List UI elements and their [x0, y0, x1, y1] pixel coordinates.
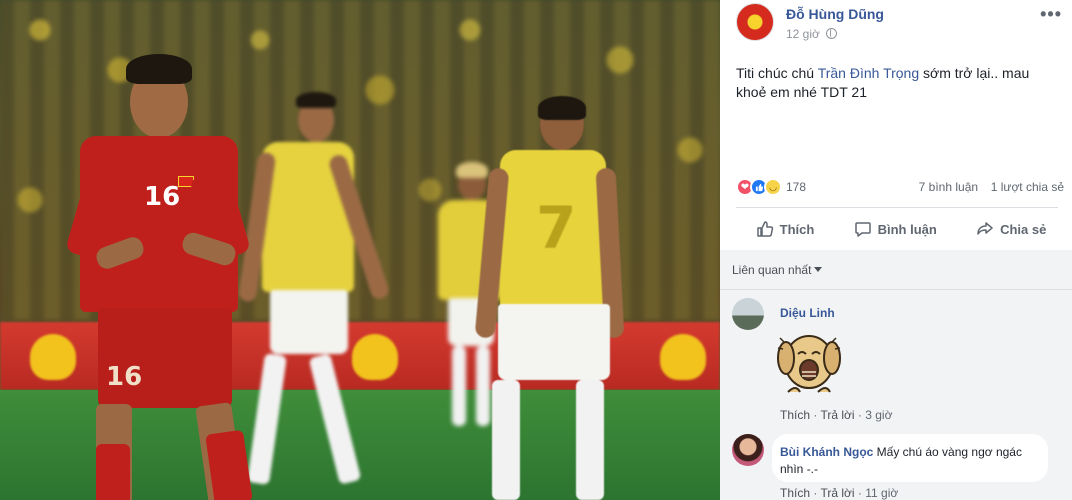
- action-bar: Thích Bình luận Chia sẻ: [736, 211, 1066, 247]
- comment-meta: Thích · Trả lời · 11 giờ: [780, 486, 899, 500]
- haha-reaction-icon: ◡: [764, 178, 782, 196]
- more-options-icon[interactable]: •••: [1040, 4, 1062, 25]
- like-button[interactable]: Thích: [756, 220, 815, 238]
- comment-meta: Thích · Trả lời · 3 giờ: [780, 408, 893, 422]
- thumbs-up-icon: [756, 221, 773, 237]
- post-text: Titi chúc chú Trần Đình Trọng sớm trở lạ…: [736, 64, 1056, 102]
- share-count[interactable]: 1 lượt chia sẻ: [991, 180, 1064, 194]
- share-arrow-icon: [977, 222, 993, 235]
- comment-time[interactable]: 11 giờ: [865, 486, 898, 500]
- comment-body: Bùi Khánh Ngọc Mấy chú áo vàng ngơ ngác …: [780, 444, 1044, 478]
- like-label: Thích: [779, 221, 815, 237]
- comment-label: Bình luận: [877, 221, 937, 237]
- author-avatar[interactable]: [736, 3, 774, 41]
- shell-logo: [30, 334, 76, 380]
- shell-logo: [352, 334, 398, 380]
- post-time: 12 giờ: [786, 27, 837, 41]
- post-time-text[interactable]: 12 giờ: [786, 27, 820, 41]
- comment-sort-dropdown[interactable]: Liên quan nhất: [732, 263, 823, 277]
- commenter-name[interactable]: Bùi Khánh Ngọc: [780, 445, 873, 459]
- comments-section: Liên quan nhất Diệu Linh Thích · Trả lời…: [720, 250, 1072, 500]
- commenter-avatar[interactable]: [732, 434, 764, 466]
- jersey-number: 16: [144, 182, 181, 212]
- engagement-counts: 7 bình luận 1 lượt chia sẻ: [919, 180, 1064, 194]
- comment-time[interactable]: 3 giờ: [865, 408, 892, 422]
- commenter-name[interactable]: Diệu Linh: [780, 306, 835, 320]
- comment-like-link[interactable]: Thích: [780, 486, 810, 500]
- comment-reply-link[interactable]: Trả lời: [820, 408, 854, 422]
- comment-count[interactable]: 7 bình luận: [919, 180, 978, 194]
- shorts-number: 16: [106, 362, 143, 392]
- comment-button[interactable]: Bình luận: [854, 220, 937, 238]
- author-name[interactable]: Đỗ Hùng Dũng: [786, 6, 884, 22]
- post-text-start: Titi chúc chú: [736, 65, 818, 81]
- reaction-summary[interactable]: ❤ ◡ 178: [736, 178, 806, 196]
- sort-label: Liên quan nhất: [732, 263, 812, 277]
- share-button[interactable]: Chia sẻ: [976, 220, 1046, 238]
- divider: [720, 289, 1072, 290]
- post-photo[interactable]: 7 16 16: [0, 0, 720, 500]
- reaction-count: 178: [786, 180, 807, 194]
- jersey-number: 7: [536, 194, 577, 262]
- comment-like-link[interactable]: Thích: [780, 408, 810, 422]
- caret-down-icon: [814, 267, 823, 272]
- comment-reply-link[interactable]: Trả lời: [820, 486, 854, 500]
- post-panel: Đỗ Hùng Dũng 12 giờ ••• Titi chúc chú Tr…: [720, 0, 1072, 500]
- commenter-avatar[interactable]: [732, 298, 764, 330]
- crying-dog-sticker: [777, 335, 841, 393]
- share-label: Chia sẻ: [1000, 221, 1047, 237]
- mention-link[interactable]: Trần Đình Trọng: [818, 65, 919, 81]
- globe-icon: [825, 28, 837, 39]
- shell-logo: [660, 334, 706, 380]
- comment-icon: [854, 222, 871, 237]
- divider: [736, 207, 1058, 208]
